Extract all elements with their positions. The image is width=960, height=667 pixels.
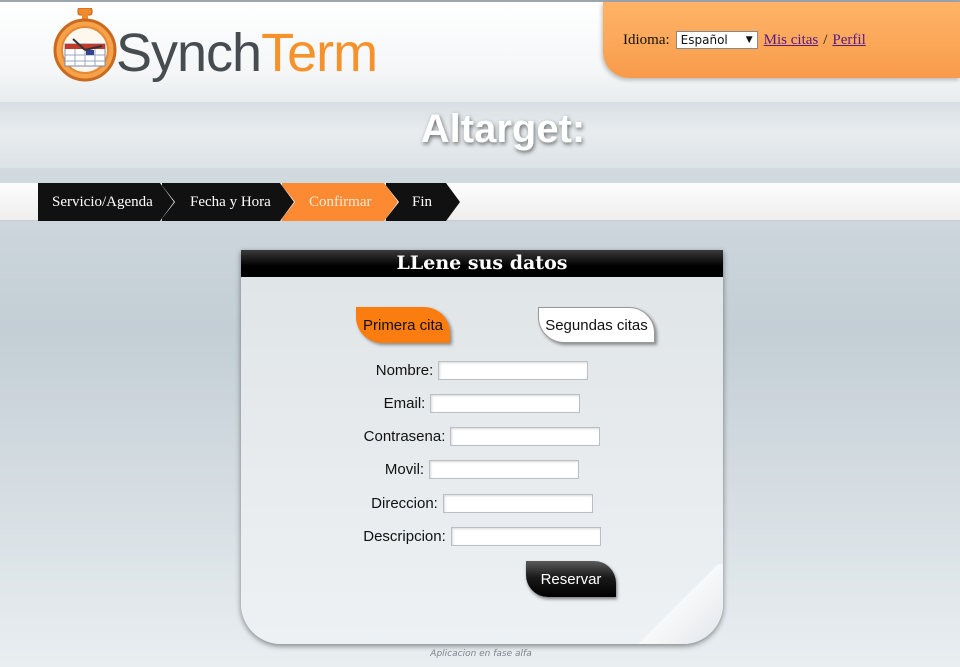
logo-text-synch: Synch — [116, 23, 262, 83]
logo[interactable]: SynchTerm — [48, 8, 388, 92]
step-confirmar[interactable]: Confirmar — [282, 183, 398, 221]
user-panel-content: Idioma: Español ▼ Mis citas / Perfil — [623, 31, 866, 49]
field-row-descripcion: Descripcion: — [241, 526, 723, 546]
step-label: Confirmar — [309, 193, 372, 210]
nombre-label: Nombre: — [375, 361, 434, 379]
step-servicio-agenda[interactable]: Servicio/Agenda — [38, 183, 174, 221]
logo-text-term: Term — [261, 23, 378, 83]
profile-link[interactable]: Perfil — [832, 32, 865, 49]
direccion-label: Direccion: — [371, 494, 438, 512]
field-row-contrasena: Contrasena: — [241, 426, 723, 446]
logo-text: SynchTerm — [116, 23, 378, 83]
step-fecha-hora[interactable]: Fecha y Hora — [162, 183, 294, 221]
form-title: LLene sus datos — [241, 250, 723, 277]
reservar-button[interactable]: Reservar — [526, 561, 616, 597]
page-title: Altarget: — [420, 107, 586, 151]
language-selected-value: Español — [680, 33, 728, 47]
page-curl-decoration — [633, 564, 723, 644]
field-row-email: Email: — [241, 393, 723, 413]
field-row-movil: Movil: — [241, 459, 723, 479]
tab-primera-cita[interactable]: Primera cita — [356, 307, 450, 343]
my-appointments-link[interactable]: Mis citas — [764, 32, 819, 49]
footer-note: Aplicacion en fase alfa — [430, 649, 532, 659]
language-select[interactable]: Español ▼ — [675, 31, 758, 49]
descripcion-input[interactable] — [450, 526, 601, 546]
descripcion-label: Descripcion: — [363, 527, 446, 545]
movil-label: Movil: — [384, 460, 425, 478]
email-label: Email: — [383, 394, 426, 412]
stopwatch-calendar-icon — [53, 8, 117, 82]
field-row-direccion: Direccion: — [241, 493, 723, 513]
movil-input[interactable] — [429, 459, 580, 479]
contrasena-input[interactable] — [450, 426, 601, 446]
contrasena-label: Contrasena: — [363, 427, 446, 445]
step-label: Fecha y Hora — [190, 193, 271, 210]
email-input[interactable] — [430, 393, 581, 413]
booking-form-card: LLene sus datos Primera cita Segundas ci… — [241, 250, 723, 644]
nombre-input[interactable] — [438, 360, 589, 380]
step-label: Servicio/Agenda — [52, 193, 153, 210]
language-label: Idioma: — [623, 31, 670, 48]
link-separator: / — [823, 31, 828, 48]
tab-segundas-citas[interactable]: Segundas citas — [538, 307, 655, 343]
step-label: Fin — [412, 193, 433, 210]
user-panel: Idioma: Español ▼ Mis citas / Perfil — [603, 2, 960, 78]
direccion-input[interactable] — [442, 493, 593, 513]
field-row-nombre: Nombre: — [241, 360, 723, 380]
chevron-down-icon: ▼ — [745, 35, 753, 45]
